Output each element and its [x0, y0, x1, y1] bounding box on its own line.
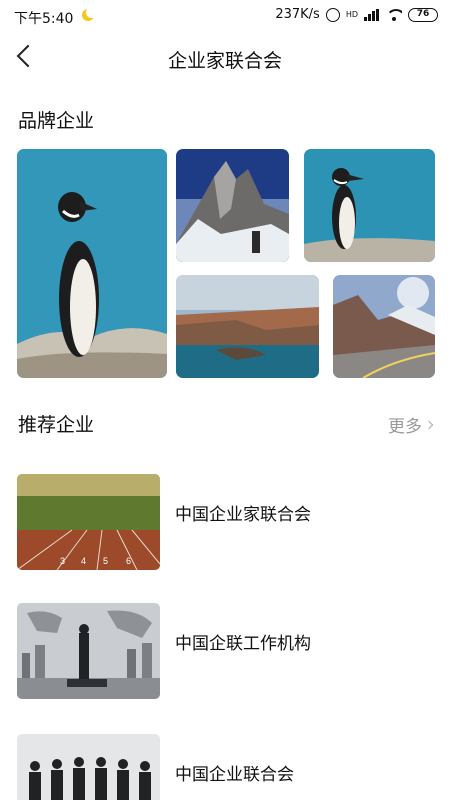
recommend-item[interactable]: 中国企业联合会 [0, 734, 450, 800]
road-image [333, 275, 435, 378]
track-field-thumbnail: 3 4 5 6 [17, 474, 160, 570]
alarm-icon [325, 7, 340, 22]
network-speed: 237K/s [275, 7, 320, 22]
status-bar: 下午5:40 237K/s HD 76 [0, 0, 450, 32]
brand-tile-penguin-small[interactable] [304, 149, 435, 262]
recommend-section-title: 推荐企业 [18, 414, 95, 436]
header: 企业家联合会 [0, 36, 450, 80]
battery-icon: 76 [408, 7, 438, 22]
moon-icon [82, 7, 97, 21]
track-number: 6 [126, 556, 131, 566]
penguin-image [304, 149, 435, 262]
penguin-image [17, 149, 167, 378]
status-time: 下午5:40 [14, 11, 74, 27]
business-city-thumbnail [17, 603, 160, 699]
brand-section-title: 品牌企业 [18, 110, 95, 132]
track-number: 5 [103, 556, 108, 566]
more-label: 更多 [388, 417, 422, 437]
recommend-item[interactable]: 中国企联工作机构 [0, 603, 450, 703]
page-title: 企业家联合会 [167, 50, 282, 72]
wifi-icon [386, 8, 402, 21]
track-number: 3 [60, 556, 65, 566]
business-team-thumbnail [17, 734, 160, 800]
status-indicators: 237K/s HD 76 [275, 7, 438, 22]
track-number: 4 [81, 556, 86, 566]
brand-tile-coast[interactable] [176, 275, 319, 378]
recommend-item-name: 中国企联工作机构 [175, 634, 311, 654]
recommend-item-name: 中国企业联合会 [175, 765, 294, 785]
chevron-right-icon [424, 420, 434, 429]
recommend-item-name: 中国企业家联合会 [175, 505, 311, 525]
hd-icon: HD [345, 9, 358, 19]
mountain-image [176, 149, 289, 262]
brand-tile-penguin-large[interactable] [17, 149, 167, 378]
coast-image [176, 275, 319, 378]
brand-tile-road[interactable] [333, 275, 435, 378]
signal-icon [364, 8, 380, 21]
more-link[interactable]: 更多 [388, 412, 434, 437]
recommend-item[interactable]: 3 4 5 6 中国企业家联合会 [0, 474, 450, 574]
brand-tile-mountain[interactable] [176, 149, 289, 262]
